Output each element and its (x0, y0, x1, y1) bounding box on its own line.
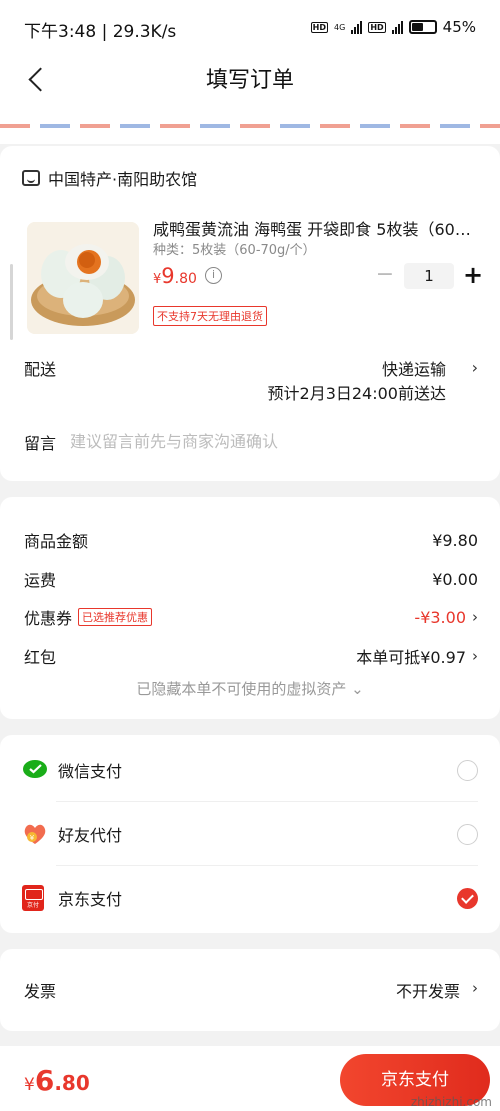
chevron-right-icon: › (472, 608, 478, 626)
redpacket-value: 本单可抵¥0.97 (356, 648, 466, 667)
quantity-field[interactable]: 1 (404, 263, 454, 289)
payment-name: 京东支付 (58, 890, 123, 909)
page-header: 填写订单 (0, 52, 500, 114)
jd-pay-icon: 京付 (22, 885, 44, 911)
coupon-label: 优惠券 (24, 609, 73, 628)
redpacket-row[interactable]: 红包 本单可抵¥0.97 › (24, 644, 478, 668)
goods-amount-label: 商品金额 (24, 532, 89, 551)
shop-name: 中国特产·南阳助农馆 (48, 170, 198, 189)
store-icon (22, 170, 40, 186)
hd-icon: HD (310, 21, 329, 33)
chevron-right-icon: › (472, 647, 478, 665)
payment-option-friend[interactable]: ¥ 好友代付 (22, 802, 478, 866)
shipping-eta: 预计2月3日24:00前送达 (267, 384, 446, 403)
page-title: 填写订单 (205, 68, 294, 93)
shop-header[interactable]: 中国特产·南阳助农馆 (22, 166, 197, 190)
coupon-badge: 已选推荐优惠 (78, 608, 153, 626)
coupon-row[interactable]: 优惠券 已选推荐优惠 -¥3.00 › (24, 605, 478, 629)
status-icons: HD 4G HD 45% (310, 18, 476, 36)
goods-amount-value: ¥9.80 (432, 530, 478, 550)
redpacket-label: 红包 (24, 648, 57, 667)
radio-button[interactable] (457, 759, 478, 781)
invoice-row[interactable]: 发票 不开发票 › (0, 949, 500, 1031)
total-price: ¥6.80 (24, 1064, 90, 1097)
coupon-value: -¥3.00 (414, 607, 466, 627)
invoice-label: 发票 (24, 982, 57, 1001)
friend-pay-icon: ¥ (22, 821, 48, 847)
shipping-label: 配送 (24, 360, 57, 379)
scroll-indicator (10, 264, 13, 340)
status-bar: 下午3:48 | 29.3K/s HD 4G HD 45% (0, 0, 500, 52)
decrease-button[interactable]: − (372, 263, 398, 289)
signal-icon (351, 20, 363, 34)
hd-icon-2: HD (368, 21, 386, 33)
payment-name: 微信支付 (58, 762, 123, 781)
freight-row: 运费 ¥0.00 (24, 567, 478, 591)
svg-text:¥: ¥ (30, 834, 35, 842)
address-envelope-stripe (0, 114, 500, 144)
radio-button-selected[interactable] (457, 887, 478, 909)
payment-option-jd[interactable]: 京付 京东支付 (22, 866, 478, 930)
product-price: ¥9.80 (153, 264, 197, 288)
no-return-tag: 不支持7天无理由退货 (153, 306, 267, 326)
info-icon[interactable]: i (205, 267, 222, 284)
status-time-speed: 下午3:48 | 29.3K/s (24, 22, 177, 42)
radio-button[interactable] (457, 823, 478, 845)
product-name[interactable]: 咸鸭蛋黄流油 海鸭蛋 开袋即食 5枚装（60-70g/个） (153, 216, 473, 240)
battery-percent: 45% (442, 18, 476, 36)
hidden-assets-toggle[interactable]: 已隐藏本单不可使用的虚拟资产 ⌄ (0, 678, 500, 699)
goods-amount-row: 商品金额 ¥9.80 (24, 528, 478, 552)
payment-methods-card: 微信支付 ¥ 好友代付 京付 京东支付 (0, 735, 500, 933)
battery-icon (408, 20, 437, 34)
product-spec[interactable]: 种类：5枚装（60-70g/个） (153, 239, 316, 258)
signal-icon-2 (391, 20, 403, 34)
increase-button[interactable]: + (460, 263, 486, 289)
checkout-bar: ¥6.80 京东支付 zhizhizhi.com (0, 1046, 500, 1111)
quantity-stepper: − 1 + (372, 263, 486, 289)
order-item-card: 中国特产·南阳助农馆 咸鸭蛋黄流油 海鸭蛋 开袋即食 5枚装（60-70g/个）… (0, 146, 500, 481)
note-label: 留言 (24, 434, 57, 453)
chevron-right-icon: › (472, 979, 478, 997)
watermark-text: zhizhizhi.com (410, 1095, 492, 1109)
payment-option-wechat[interactable]: 微信支付 (22, 738, 478, 802)
chevron-right-icon[interactable]: › (472, 358, 478, 377)
shipping-method[interactable]: 快递运输 (382, 356, 446, 380)
payment-name: 好友代付 (58, 826, 123, 845)
freight-label: 运费 (24, 571, 57, 590)
freight-value: ¥0.00 (432, 569, 478, 589)
wechat-pay-icon (22, 757, 48, 783)
net-type-label: 4G (334, 22, 346, 32)
invoice-value: 不开发票 (395, 982, 460, 1001)
price-summary-card: 商品金额 ¥9.80 运费 ¥0.00 优惠券 已选推荐优惠 -¥3.00 › … (0, 497, 500, 719)
product-image[interactable] (27, 222, 139, 334)
note-input[interactable] (70, 429, 470, 453)
